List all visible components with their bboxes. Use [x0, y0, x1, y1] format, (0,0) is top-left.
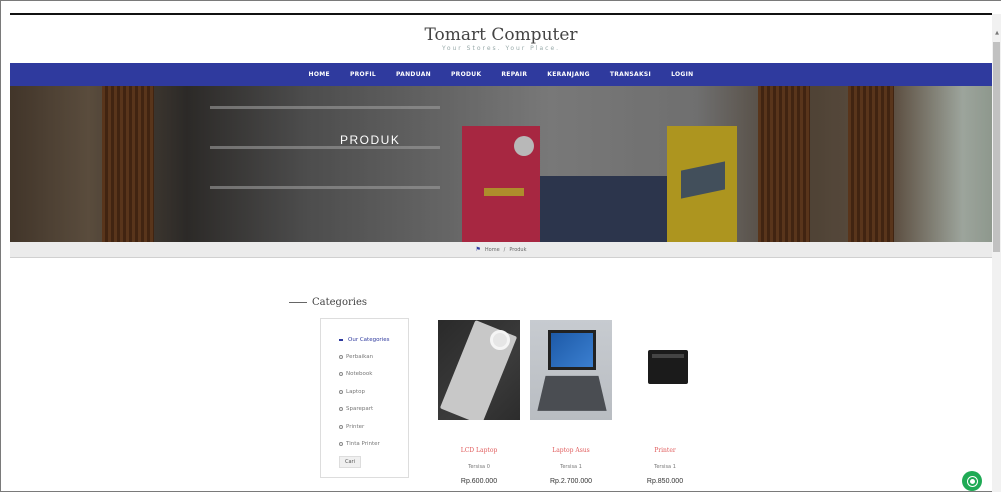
nav-keranjang[interactable]: KERANJANG	[537, 71, 600, 78]
category-printer[interactable]: Printer	[339, 418, 408, 436]
product-card-lcd-laptop[interactable]: LCD Laptop Tersisa 0 Rp.600.000	[438, 320, 520, 485]
page-scrollbar[interactable]: ▲	[992, 14, 1001, 492]
cari-button[interactable]: Cari	[339, 456, 361, 468]
nav-produk[interactable]: PRODUK	[441, 71, 491, 78]
nav-repair[interactable]: REPAIR	[491, 71, 537, 78]
scrollbar-thumb[interactable]	[993, 42, 1000, 252]
categories-panel: Our Categories Perbaikan Notebook Laptop…	[320, 318, 409, 478]
product-image[interactable]	[438, 320, 520, 420]
heading-rule	[289, 302, 307, 303]
category-label: Tinta Printer	[346, 441, 380, 448]
hero-title: PRODUK	[340, 133, 401, 147]
product-name[interactable]: LCD Laptop	[438, 447, 520, 454]
radio-icon[interactable]	[339, 407, 343, 412]
product-price: Rp.850.000	[646, 478, 684, 485]
category-label: Notebook	[346, 371, 373, 378]
product-stock: Tersisa 1	[560, 464, 582, 470]
nav-panduan[interactable]: PANDUAN	[386, 71, 441, 78]
site-tagline: Your Stores. Your Place.	[441, 45, 561, 52]
category-label: Laptop	[346, 388, 365, 395]
nav-home[interactable]: HOME	[299, 71, 340, 78]
radio-icon[interactable]	[339, 389, 343, 394]
category-perbaikan[interactable]: Perbaikan	[339, 348, 408, 366]
header-dash	[339, 338, 343, 341]
category-label: Sparepart	[346, 406, 374, 413]
laptop-screen-shape	[548, 330, 596, 370]
nav-transaksi[interactable]: TRANSAKSI	[600, 71, 661, 78]
category-laptop[interactable]: Laptop	[339, 383, 408, 401]
home-icon: ⚑	[475, 246, 481, 253]
laptop-base-shape	[537, 375, 607, 411]
category-sparepart[interactable]: Sparepart	[339, 401, 408, 419]
radio-icon[interactable]	[339, 372, 343, 377]
chat-icon	[966, 475, 978, 487]
categories-title: Categories	[312, 297, 367, 308]
coffee-cup-shape	[490, 330, 510, 350]
radio-icon[interactable]	[339, 442, 343, 447]
categories-header: Our Categories	[339, 331, 408, 348]
product-card-laptop-asus[interactable]: Laptop Asus Tersisa 1 Rp.2.700.000	[530, 320, 612, 485]
category-notebook[interactable]: Notebook	[339, 366, 408, 384]
product-name[interactable]: Printer	[624, 447, 706, 454]
hero-banner: PRODUK	[10, 86, 992, 242]
breadcrumb-home[interactable]: Home	[485, 247, 500, 253]
category-label: Printer	[346, 423, 365, 430]
chat-button[interactable]	[962, 471, 982, 491]
product-card-printer[interactable]: Printer Tersisa 1 Rp.850.000	[624, 320, 706, 485]
radio-icon[interactable]	[339, 424, 343, 429]
product-stock: Tersisa 1	[654, 464, 676, 470]
category-label: Perbaikan	[346, 353, 374, 360]
product-stock: Tersisa 0	[468, 464, 490, 470]
breadcrumb: ⚑ Home / Produk	[10, 242, 992, 258]
nav-profil[interactable]: PROFIL	[340, 71, 386, 78]
breadcrumb-current: Produk	[509, 246, 527, 253]
product-image[interactable]	[530, 320, 612, 420]
scroll-up-icon[interactable]: ▲	[995, 30, 999, 36]
product-price: Rp.600.000	[460, 478, 498, 485]
site-title[interactable]: Tomart Computer	[10, 25, 992, 45]
radio-icon[interactable]	[339, 354, 343, 359]
categories-header-label: Our Categories	[348, 336, 390, 343]
printer-shape	[648, 350, 688, 384]
site-header: Tomart Computer Your Stores. Your Place.	[10, 15, 992, 63]
product-name[interactable]: Laptop Asus	[530, 447, 612, 454]
category-tinta-printer[interactable]: Tinta Printer	[339, 436, 408, 454]
product-price: Rp.2.700.000	[549, 478, 593, 485]
product-image[interactable]	[624, 320, 706, 420]
nav-login[interactable]: LOGIN	[661, 71, 703, 78]
breadcrumb-separator: /	[503, 246, 506, 253]
main-navbar: HOME PROFIL PANDUAN PRODUK REPAIR KERANJ…	[10, 63, 992, 86]
categories-heading: Categories	[289, 297, 367, 308]
hero-overlay	[10, 86, 992, 242]
